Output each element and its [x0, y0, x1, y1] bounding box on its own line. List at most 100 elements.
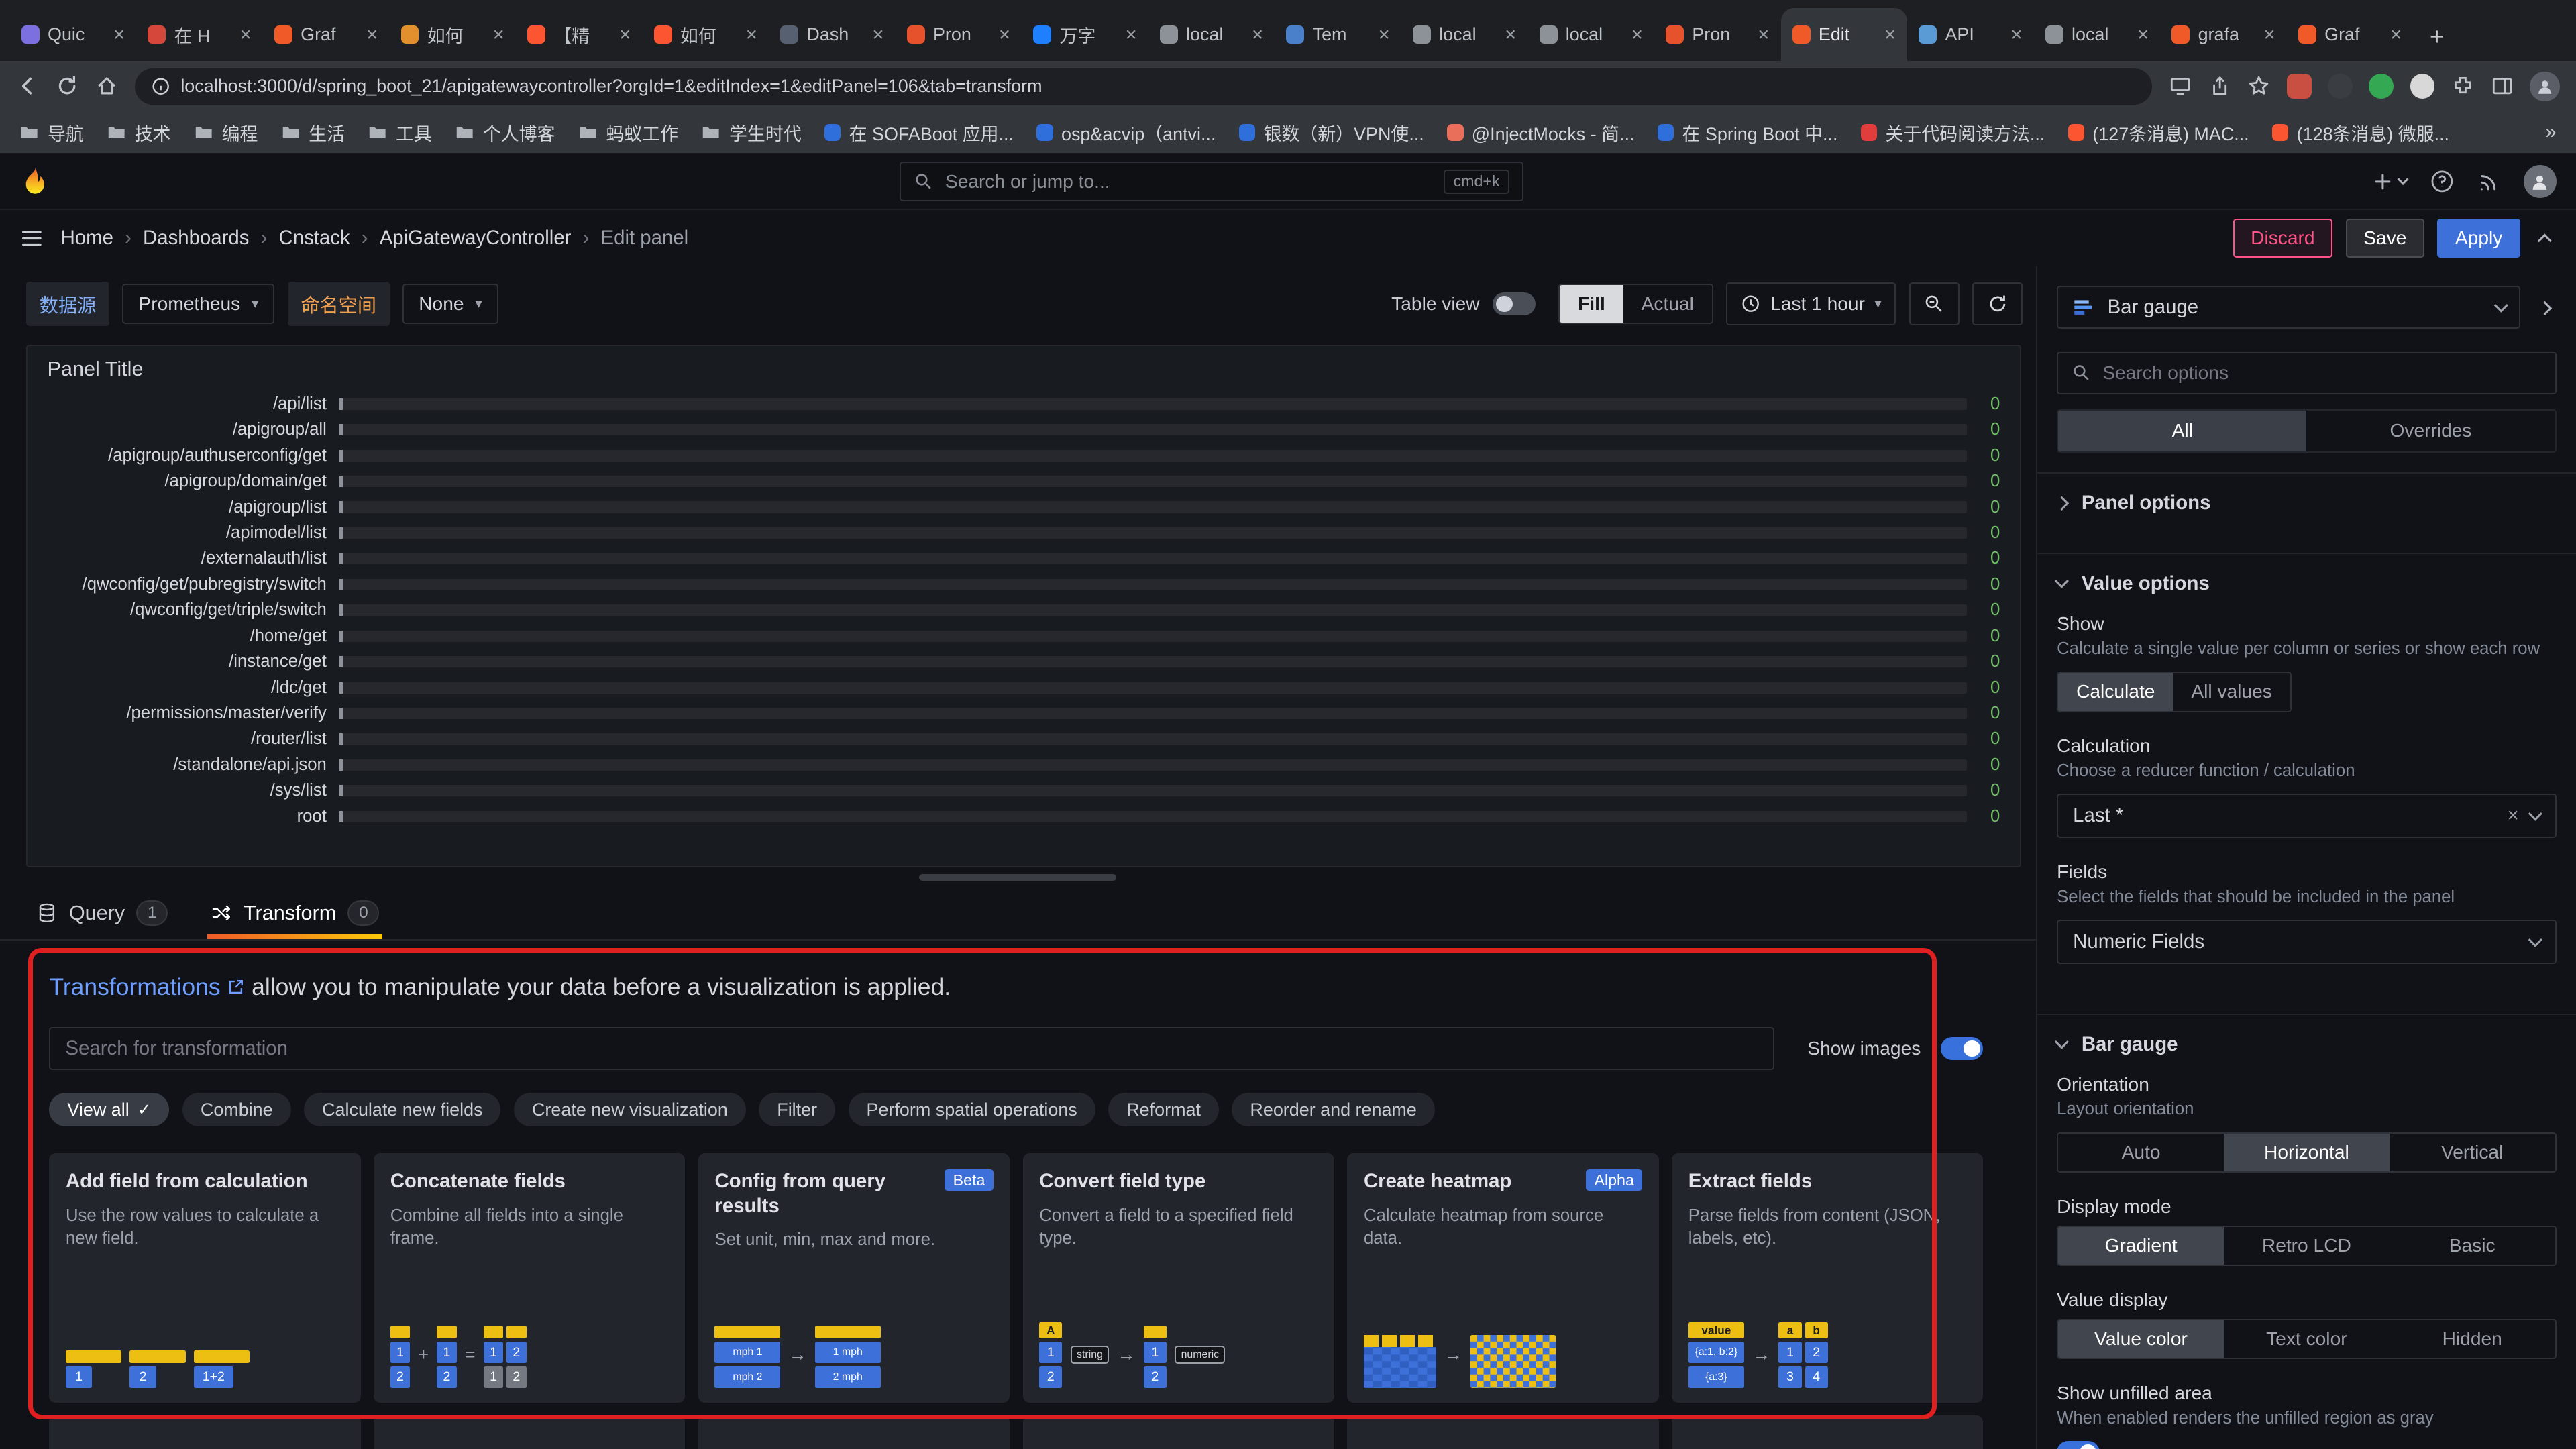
bookmark-item[interactable]: 学生时代 — [701, 119, 801, 146]
browser-tab[interactable]: local × — [2034, 8, 2161, 60]
tab-close-icon[interactable]: × — [1631, 25, 1643, 44]
reload-icon[interactable] — [56, 74, 78, 97]
news-rss-icon[interactable] — [2477, 170, 2500, 193]
breadcrumb-link[interactable]: ApiGatewayController — [380, 227, 572, 250]
browser-tab[interactable]: Graf × — [263, 8, 390, 60]
options-tab-all[interactable]: All — [2058, 411, 2306, 451]
actual-option[interactable]: Actual — [1623, 285, 1712, 323]
bookmark-item[interactable]: 编程 — [194, 119, 258, 146]
tab-close-icon[interactable]: × — [1125, 25, 1136, 44]
show-images-toggle[interactable] — [1941, 1037, 1984, 1060]
card-config-from-query-results[interactable]: Config from query resultsBeta Set unit, … — [698, 1153, 1010, 1403]
bookmark-item[interactable]: osp&acvip（antvi... — [1036, 119, 1216, 146]
mega-menu-icon[interactable] — [19, 226, 44, 251]
zoom-out-button[interactable] — [1909, 282, 1960, 325]
tab-close-icon[interactable]: × — [493, 25, 504, 44]
orientation-option[interactable]: Vertical — [2390, 1134, 2555, 1171]
browser-tab[interactable]: 在 H × — [136, 8, 263, 60]
tab-close-icon[interactable]: × — [1758, 25, 1769, 44]
browser-tab[interactable]: API × — [1907, 8, 2034, 60]
tab-close-icon[interactable]: × — [1505, 25, 1516, 44]
card-add-field-from-calculation[interactable]: Add field from calculation Use the row v… — [49, 1153, 360, 1403]
extension-omega-icon[interactable] — [2328, 74, 2353, 99]
value-display-option[interactable]: Value color — [2058, 1320, 2224, 1358]
browser-tab[interactable]: Pron × — [896, 8, 1022, 60]
send-to-device-icon[interactable] — [2169, 74, 2192, 97]
bar-gauge-header[interactable]: Bar gauge — [2037, 1015, 2576, 1074]
new-tab-button[interactable]: + — [2413, 23, 2460, 61]
browser-tab[interactable]: 如何 × — [643, 8, 769, 60]
tab-close-icon[interactable]: × — [113, 25, 125, 44]
namespace-select[interactable]: None▾ — [402, 284, 498, 324]
bookmark-item[interactable]: @InjectMocks - 简... — [1447, 119, 1634, 146]
tab-close-icon[interactable]: × — [2264, 25, 2275, 44]
bookmark-star-icon[interactable] — [2247, 74, 2270, 97]
transformations-link[interactable]: Transformations — [49, 973, 245, 1001]
tab-query[interactable]: Query 1 — [33, 890, 171, 939]
fields-select[interactable]: Numeric Fields — [2057, 920, 2557, 964]
browser-tab[interactable]: local × — [1527, 8, 1654, 60]
transform-card[interactable] — [1347, 1415, 1658, 1449]
table-view-toggle[interactable] — [1493, 292, 1536, 315]
user-avatar[interactable] — [2524, 165, 2557, 198]
clear-icon[interactable]: × — [2508, 804, 2519, 827]
breadcrumb-link[interactable]: Edit panel — [601, 227, 689, 250]
global-search[interactable]: Search or jump to... cmd+k — [900, 162, 1524, 201]
orientation-option[interactable]: Horizontal — [2224, 1134, 2390, 1171]
card-extract-fields[interactable]: Extract fields Parse fields from content… — [1672, 1153, 1983, 1403]
bookmark-item[interactable]: 个人博客 — [455, 119, 555, 146]
extensions-puzzle-icon[interactable] — [2451, 74, 2474, 97]
time-range-picker[interactable]: Last 1 hour▾ — [1726, 282, 1896, 325]
browser-tab[interactable]: 如何 × — [389, 8, 516, 60]
browser-tab[interactable]: Dash × — [769, 8, 896, 60]
tab-transform[interactable]: Transform 0 — [207, 890, 382, 939]
calculation-select[interactable]: Last * × — [2057, 794, 2557, 838]
back-icon[interactable] — [16, 74, 39, 97]
filter-pill[interactable]: Reorder and rename — [1232, 1093, 1434, 1127]
orientation-option[interactable]: Auto — [2058, 1134, 2224, 1171]
browser-tab[interactable]: grafa × — [2160, 8, 2287, 60]
collapse-options-icon[interactable] — [2533, 290, 2556, 325]
tab-close-icon[interactable]: × — [619, 25, 631, 44]
transform-card[interactable] — [49, 1415, 360, 1449]
card-create-heatmap[interactable]: Create heatmapAlpha Calculate heatmap fr… — [1347, 1153, 1658, 1403]
extension-abp-icon[interactable] — [2287, 74, 2312, 99]
filter-pill[interactable]: Filter — [759, 1093, 835, 1127]
apply-button[interactable]: Apply — [2437, 219, 2520, 258]
discard-button[interactable]: Discard — [2233, 219, 2332, 258]
tab-close-icon[interactable]: × — [2010, 25, 2022, 44]
fill-option[interactable]: Fill — [1560, 285, 1623, 323]
browser-tab[interactable]: Pron × — [1654, 8, 1781, 60]
filter-pill[interactable]: View all ✓ — [49, 1093, 169, 1127]
extension-green-icon[interactable] — [2369, 74, 2394, 99]
bookmark-item[interactable]: 蚂蚁工作 — [578, 119, 678, 146]
address-bar[interactable]: localhost:3000/d/spring_boot_21/apigatew… — [135, 68, 2152, 105]
display-mode-option[interactable]: Basic — [2390, 1227, 2555, 1265]
value-display-option[interactable]: Text color — [2224, 1320, 2390, 1358]
browser-tab[interactable]: Graf × — [2287, 8, 2414, 60]
transform-card[interactable] — [1023, 1415, 1334, 1449]
browser-profile-avatar[interactable] — [2530, 72, 2559, 101]
filter-pill[interactable]: Create new visualization — [514, 1093, 746, 1127]
options-search-input[interactable] — [2102, 362, 2542, 384]
refresh-button[interactable] — [1972, 282, 2023, 325]
unfilled-toggle[interactable] — [2057, 1441, 2100, 1449]
tab-close-icon[interactable]: × — [746, 25, 757, 44]
show-mode-option[interactable]: All values — [2173, 673, 2290, 710]
value-display-option[interactable]: Hidden — [2390, 1320, 2555, 1358]
resize-handle[interactable] — [919, 874, 1116, 881]
tab-close-icon[interactable]: × — [1379, 25, 1390, 44]
browser-tab[interactable]: local × — [1401, 8, 1528, 60]
bookmarks-overflow-icon[interactable]: » — [2545, 121, 2556, 144]
panel-title[interactable]: Panel Title — [28, 346, 2020, 388]
panel-options-header[interactable]: Panel options — [2037, 474, 2576, 533]
side-panel-icon[interactable] — [2491, 74, 2514, 97]
value-options-header[interactable]: Value options — [2037, 554, 2576, 613]
breadcrumb-link[interactable]: Dashboards — [143, 227, 249, 250]
collapse-editor-icon[interactable] — [2533, 223, 2556, 253]
transform-card[interactable] — [1672, 1415, 1983, 1449]
card-concatenate-fields[interactable]: Concatenate fields Combine all fields in… — [374, 1153, 685, 1403]
tab-close-icon[interactable]: × — [872, 25, 883, 44]
help-icon[interactable] — [2430, 169, 2455, 194]
tab-close-icon[interactable]: × — [240, 25, 252, 44]
